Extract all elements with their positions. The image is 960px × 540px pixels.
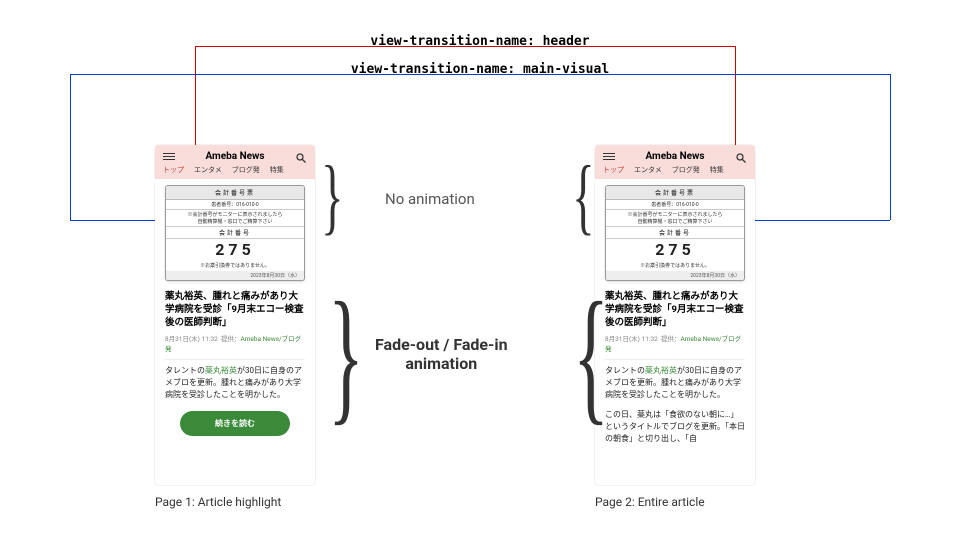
- divider: [165, 359, 305, 360]
- ticket-numlabel: 会計番号: [166, 227, 304, 239]
- page2-article-body: 薬丸裕英、腫れと痛みがあり大学病院を受診「9月末エコー検査後の医師判断」 8月3…: [595, 291, 755, 445]
- ticket-numlabel: 会計番号: [606, 227, 744, 239]
- brace-mid-right: {: [573, 280, 609, 430]
- brace-top-right: {: [572, 154, 594, 239]
- para1-a: タレントの: [165, 366, 205, 375]
- nav-tabs[interactable]: トップ エンタメ ブログ発 特集: [603, 165, 747, 175]
- connector-red-right: [735, 46, 736, 150]
- provider-label: 提供：: [661, 335, 681, 343]
- search-icon[interactable]: [295, 152, 307, 162]
- ticket-instructions: ※会計番号がモニターに表示されましたら 自動精算機・窓口でご精算下さい: [166, 210, 304, 227]
- ticket-note: ※お薬引換券ではありません。: [606, 260, 744, 271]
- annotation-fade: Fade-out / Fade-in animation: [375, 335, 508, 373]
- article-headline: 薬丸裕英、腫れと痛みがあり大学病院を受診「9月末エコー検査後の医師判断」: [165, 291, 305, 329]
- connector-blue-right-h: [755, 220, 890, 221]
- hamburger-icon[interactable]: [603, 152, 615, 162]
- connector-blue-left-v: [70, 74, 71, 220]
- article-para1: タレントの薬丸裕英が30日に自身のアメブロを更新。腫れと痛みがあり大学病院を受診…: [165, 365, 305, 401]
- para1-a: タレントの: [605, 366, 645, 375]
- page1-article-body: 薬丸裕英、腫れと痛みがあり大学病院を受診「9月末エコー検査後の医師判断」 8月3…: [155, 291, 315, 436]
- ticket-number: 275: [166, 239, 304, 260]
- ticket-note: ※お薬引換券ではありません。: [166, 260, 304, 271]
- page2-main-visual: 会計番号票 患者番号：016-010-0 ※会計番号がモニターに表示されましたら…: [595, 179, 755, 287]
- tab-feature[interactable]: 特集: [270, 165, 284, 175]
- divider: [605, 359, 745, 360]
- annotation-no-animation: No animation: [385, 190, 475, 208]
- connector-red-left: [195, 46, 196, 150]
- article-meta: 8月31日(木) 11:32 提供：Ameba News/ブログ発: [165, 333, 305, 353]
- para1-keyword: 薬丸裕英: [645, 366, 677, 375]
- article-date: 8月31日(木) 11:32: [165, 335, 218, 343]
- article-para1: タレントの薬丸裕英が30日に自身のアメブロを更新。腫れと痛みがあり大学病院を受診…: [605, 365, 745, 401]
- tab-blog[interactable]: ブログ発: [672, 165, 700, 175]
- search-icon[interactable]: [735, 152, 747, 162]
- article-date: 8月31日(木) 11:32: [605, 335, 658, 343]
- page2-phone: Ameba News トップ エンタメ ブログ発 特集 会計番号票 患者番号：0…: [595, 145, 755, 485]
- ticket-date: 2023年8月30日（水）: [606, 271, 744, 280]
- nav-tabs[interactable]: トップ エンタメ ブログ発 特集: [163, 165, 307, 175]
- page1-main-visual: 会計番号票 患者番号：016-010-0 ※会計番号がモニターに表示されましたら…: [155, 179, 315, 287]
- connector-blue: [70, 74, 890, 75]
- ticket-patientno: 患者番号：016-010-0: [166, 200, 304, 210]
- tab-feature[interactable]: 特集: [710, 165, 724, 175]
- tab-entame[interactable]: エンタメ: [194, 165, 222, 175]
- tab-top[interactable]: トップ: [603, 165, 624, 175]
- caption-page1: Page 1: Article highlight: [155, 495, 281, 509]
- ticket-image: 会計番号票 患者番号：016-010-0 ※会計番号がモニターに表示されましたら…: [165, 185, 305, 281]
- connector-blue-left-h: [70, 220, 155, 221]
- tab-blog[interactable]: ブログ発: [232, 165, 260, 175]
- para1-keyword: 薬丸裕英: [205, 366, 237, 375]
- article-para2: この日、薬丸は「食欲のない朝に…」というタイトルでブログを更新。「本日の朝食」と…: [605, 409, 745, 445]
- provider-label: 提供：: [221, 335, 241, 343]
- brace-mid-left: }: [328, 280, 364, 430]
- connector-red: [195, 46, 735, 47]
- article-meta: 8月31日(木) 11:32 提供：Ameba News/ブログ発: [605, 333, 745, 353]
- caption-page2: Page 2: Entire article: [595, 495, 705, 509]
- hamburger-icon[interactable]: [163, 152, 175, 162]
- tab-top[interactable]: トップ: [163, 165, 184, 175]
- ticket-number: 275: [606, 239, 744, 260]
- brace-top-left: }: [321, 154, 343, 239]
- ticket-patientno: 患者番号：016-010-0: [606, 200, 744, 210]
- ticket-head: 会計番号票: [166, 186, 304, 200]
- brand-title: Ameba News: [205, 151, 264, 162]
- tab-entame[interactable]: エンタメ: [634, 165, 662, 175]
- page2-header: Ameba News トップ エンタメ ブログ発 特集: [595, 145, 755, 179]
- ticket-date: 2023年8月30日（水）: [166, 271, 304, 280]
- page1-header: Ameba News トップ エンタメ ブログ発 特集: [155, 145, 315, 179]
- article-headline: 薬丸裕英、腫れと痛みがあり大学病院を受診「9月末エコー検査後の医師判断」: [605, 291, 745, 329]
- ticket-head: 会計番号票: [606, 186, 744, 200]
- ticket-image: 会計番号票 患者番号：016-010-0 ※会計番号がモニターに表示されましたら…: [605, 185, 745, 281]
- ticket-instructions: ※会計番号がモニターに表示されましたら 自動精算機・窓口でご精算下さい: [606, 210, 744, 227]
- brand-title: Ameba News: [645, 151, 704, 162]
- read-more-button[interactable]: 続きを読む: [180, 411, 290, 436]
- connector-blue-right-v: [890, 74, 891, 220]
- page1-phone: Ameba News トップ エンタメ ブログ発 特集 会計番号票 患者番号：0…: [155, 145, 315, 485]
